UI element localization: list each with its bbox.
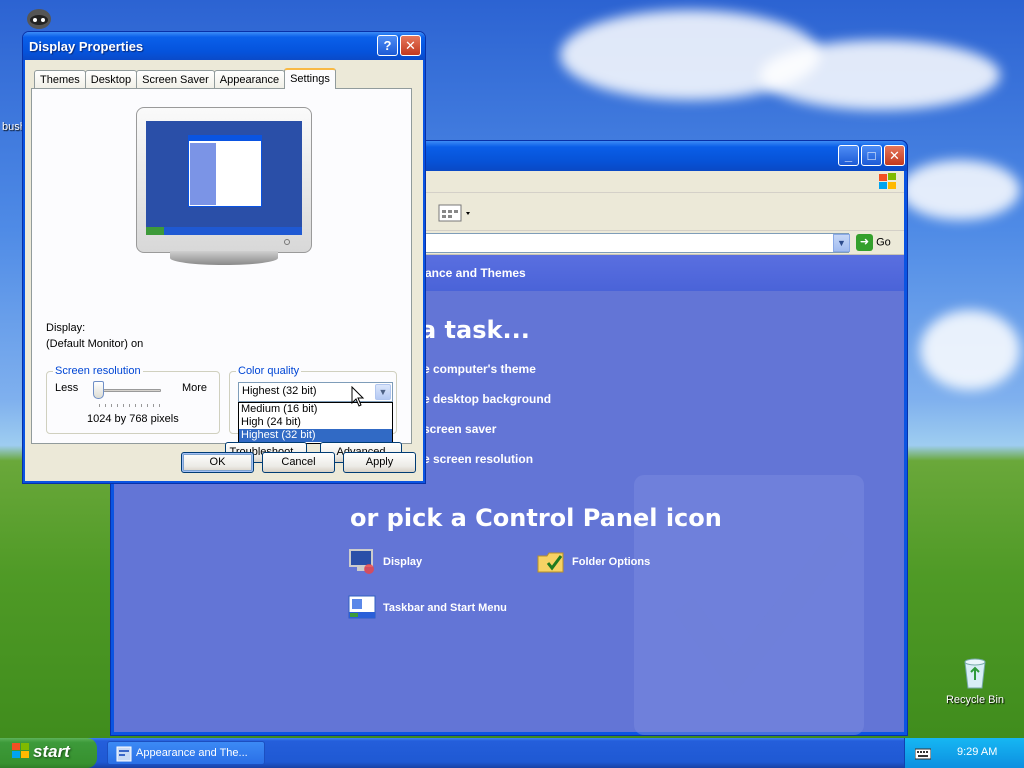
category-title: ance and Themes (425, 266, 526, 280)
tab-desktop[interactable]: Desktop (84, 70, 138, 89)
screen-resolution-group: Screen resolution Less More 1024 by 768 … (46, 365, 220, 434)
recycle-bin[interactable]: Recycle Bin (940, 656, 1010, 706)
cp-icon-folder-options-label: Folder Options (572, 556, 651, 568)
go-label: Go (876, 236, 891, 249)
go-arrow-icon: ➜ (856, 234, 873, 251)
start-label: start (33, 742, 70, 761)
color-quality-selected: Highest (32 bit) (242, 385, 317, 397)
color-quality-dropdown: Medium (16 bit) High (24 bit) Highest (3… (238, 402, 393, 444)
windows-logo-icon (878, 173, 898, 191)
windows-flag-icon (12, 743, 29, 758)
dialog-body: Themes Desktop Screen Saver Appearance S… (26, 60, 422, 480)
control-panel-icon (116, 746, 132, 762)
monitor-screen (146, 121, 302, 235)
recycle-bin-icon (964, 658, 986, 689)
display-label: Display: (46, 322, 86, 334)
color-option-medium[interactable]: Medium (16 bit) (239, 403, 392, 416)
monitor-power-icon (284, 239, 290, 245)
cp-icon-taskbar[interactable]: Taskbar and Start Menu (347, 593, 507, 623)
watermark-icon (634, 475, 864, 735)
resolution-slider-track[interactable] (95, 389, 161, 392)
views-button[interactable] (436, 202, 474, 224)
address-dropdown-button[interactable]: ▼ (833, 234, 850, 252)
mouse-cursor-icon (351, 386, 365, 407)
dialog-title: Display Properties (29, 39, 144, 54)
close-button[interactable]: ✕ (884, 145, 905, 166)
cp-icon-display-label: Display (383, 556, 423, 568)
cp-icon-display[interactable]: Display (347, 547, 422, 577)
ok-button[interactable]: OK (181, 452, 254, 473)
taskbar-icon (348, 595, 376, 619)
pick-task-heading: a task... (420, 316, 530, 344)
monitor-stand (170, 251, 278, 265)
task-link-background[interactable]: e desktop background (423, 392, 551, 406)
keyboard-icon[interactable] (915, 748, 931, 760)
raccoon-icon (27, 9, 51, 29)
display-icon (349, 549, 374, 574)
task-link-theme[interactable]: e computer's theme (423, 362, 536, 376)
tab-screen-saver[interactable]: Screen Saver (136, 70, 215, 89)
desktop-icon-partial[interactable] (22, 4, 56, 30)
cancel-button[interactable]: Cancel (262, 452, 335, 473)
taskbar-item-label: Appearance and The... (136, 747, 248, 759)
help-button[interactable]: ? (377, 35, 398, 56)
more-label: More (181, 382, 207, 394)
pick-icon-heading: or pick a Control Panel icon (350, 504, 722, 532)
tab-settings[interactable]: Settings (284, 68, 336, 89)
minimize-button[interactable]: _ (838, 145, 859, 166)
apply-button[interactable]: Apply (343, 452, 416, 473)
tab-appearance[interactable]: Appearance (213, 70, 286, 89)
cp-icon-taskbar-label: Taskbar and Start Menu (383, 602, 507, 614)
color-quality-legend: Color quality (236, 365, 302, 377)
resolution-value: 1024 by 768 pixels (87, 413, 179, 425)
monitor-preview (136, 107, 312, 267)
display-value: (Default Monitor) on (46, 338, 144, 350)
settings-panel: Display: (Default Monitor) on Screen res… (31, 88, 412, 463)
cp-icon-folder-options[interactable]: Folder Options (536, 547, 650, 577)
clock[interactable]: 9:29 AM (957, 746, 997, 758)
taskbar-item-control-panel[interactable]: Appearance and The... (107, 741, 265, 765)
taskbar: start Appearance and The... 9:29 AM (0, 738, 1024, 768)
display-properties-dialog: Display Properties ? ✕ Themes Desktop Sc… (22, 31, 426, 484)
dialog-titlebar[interactable]: Display Properties (23, 32, 425, 60)
folder-options-icon (537, 552, 564, 573)
task-link-screensaver[interactable]: screen saver (423, 422, 496, 436)
chevron-down-icon[interactable]: ▼ (375, 384, 391, 400)
recycle-bin-label: Recycle Bin (945, 694, 1005, 706)
less-label: Less (55, 382, 79, 394)
go-button[interactable]: ➜ Go (856, 234, 904, 252)
system-tray: 9:29 AM (904, 738, 1024, 768)
screen-resolution-legend: Screen resolution (53, 365, 143, 377)
tab-themes[interactable]: Themes (34, 70, 86, 89)
resolution-slider-thumb[interactable] (93, 381, 104, 399)
task-link-resolution[interactable]: e screen resolution (423, 452, 533, 466)
color-quality-select[interactable]: Highest (32 bit) ▼ (238, 382, 393, 402)
dialog-close-button[interactable]: ✕ (400, 35, 421, 56)
tab-strip: Themes Desktop Screen Saver Appearance S… (34, 68, 336, 89)
start-button[interactable]: start (0, 738, 97, 768)
maximize-button[interactable]: □ (861, 145, 882, 166)
color-option-high[interactable]: High (24 bit) (239, 416, 392, 429)
color-option-highest[interactable]: Highest (32 bit) (239, 429, 392, 442)
views-icon (438, 204, 470, 222)
